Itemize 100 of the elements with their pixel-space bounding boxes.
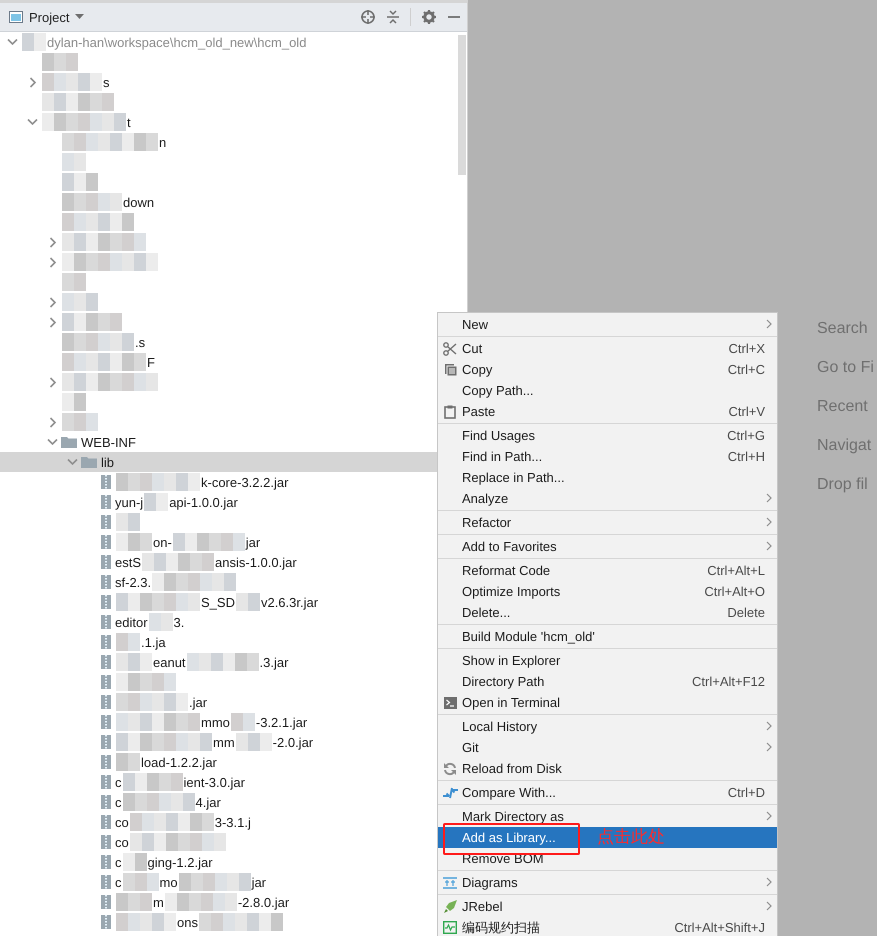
menu-item[interactable]: Copy Path... bbox=[438, 380, 777, 401]
jar-file-icon bbox=[101, 555, 111, 569]
menu-item[interactable]: Find in Path... Ctrl+H bbox=[438, 446, 777, 467]
tree-item-label: 3. bbox=[174, 614, 184, 630]
tree-item-label: S_SD bbox=[201, 594, 235, 610]
menu-item[interactable]: JRebel bbox=[438, 896, 777, 917]
menu-item[interactable]: Open in Terminal bbox=[438, 692, 777, 713]
tree-row[interactable]: mmo -3.2.1.jar bbox=[0, 712, 437, 732]
menu-item[interactable]: 编码规约扫描 Ctrl+Alt+Shift+J bbox=[438, 917, 777, 936]
scrollbar[interactable] bbox=[458, 35, 466, 175]
chevron-right-icon[interactable] bbox=[28, 76, 36, 88]
menu-item[interactable]: Refactor bbox=[438, 512, 777, 533]
tree-row[interactable]: WEB-INF bbox=[0, 432, 437, 452]
pixelated-patch bbox=[62, 273, 86, 291]
menu-item[interactable]: Git bbox=[438, 737, 777, 758]
tree-row[interactable]: .1.ja bbox=[0, 632, 437, 652]
chevron-right-icon[interactable] bbox=[48, 236, 56, 248]
tree-row[interactable]: n bbox=[0, 132, 437, 152]
tree-row[interactable]: mm -2.0.jar bbox=[0, 732, 437, 752]
chevron-down-icon[interactable] bbox=[67, 458, 78, 466]
chevron-down-icon[interactable] bbox=[7, 38, 18, 46]
tree-row[interactable]: co bbox=[0, 832, 437, 852]
editor-hint: Go to Fi bbox=[817, 358, 875, 378]
menu-item[interactable]: Find Usages Ctrl+G bbox=[438, 425, 777, 446]
menu-item[interactable]: Paste Ctrl+V bbox=[438, 401, 777, 422]
crosshair-icon[interactable] bbox=[360, 9, 376, 25]
menu-item[interactable]: Replace in Path... bbox=[438, 467, 777, 488]
menu-item[interactable]: Show in Explorer bbox=[438, 650, 777, 671]
tree-row[interactable]: k-core-3.2.2.jar bbox=[0, 472, 437, 492]
pixelated-patch bbox=[116, 913, 176, 931]
jar-file-icon bbox=[101, 915, 111, 929]
menu-item[interactable]: Local History bbox=[438, 716, 777, 737]
chevron-right-icon[interactable] bbox=[48, 296, 56, 308]
tree-row[interactable]: yun-j api-1.0.0.jar bbox=[0, 492, 437, 512]
tree-row[interactable]: load-1.2.2.jar bbox=[0, 752, 437, 772]
tree-row[interactable]: c 4.jar bbox=[0, 792, 437, 812]
project-icon bbox=[9, 11, 23, 23]
menu-item[interactable]: Reload from Disk bbox=[438, 758, 777, 779]
collapse-all-icon[interactable] bbox=[386, 9, 400, 25]
tree-row[interactable]: t bbox=[0, 112, 437, 132]
tree-row[interactable]: S_SD v2.6.3r.jar bbox=[0, 592, 437, 612]
tree-item-label: co bbox=[115, 814, 129, 830]
tree-item-label: -3.2.1.jar bbox=[256, 714, 308, 730]
jar-file-icon bbox=[101, 795, 111, 809]
terminal-icon bbox=[444, 696, 456, 708]
tree-row[interactable]: co 3-3.1.j bbox=[0, 812, 437, 832]
chevron-down-icon[interactable] bbox=[47, 438, 58, 446]
tree-item-label: ansis-1.0.0.jar bbox=[215, 554, 297, 570]
jar-file-icon bbox=[101, 475, 111, 489]
tree-item-label: dylan-han\workspace\hcm_old_new\hcm_old bbox=[47, 34, 306, 50]
menu-item[interactable]: Compare With... Ctrl+D bbox=[438, 782, 777, 803]
tree-row[interactable]: F bbox=[0, 352, 437, 372]
tree-row[interactable]: on- jar bbox=[0, 532, 437, 552]
chevron-right-icon[interactable] bbox=[48, 416, 56, 428]
menu-item[interactable]: Reformat Code Ctrl+Alt+L bbox=[438, 560, 777, 581]
tree-row[interactable]: ons bbox=[0, 912, 437, 932]
chevron-down-icon[interactable] bbox=[27, 118, 38, 126]
menu-item[interactable]: New bbox=[438, 314, 777, 335]
tree-row[interactable]: estS ansis-1.0.0.jar bbox=[0, 552, 437, 572]
shortcut-label: Ctrl+X bbox=[728, 341, 765, 356]
menu-item[interactable]: Analyze bbox=[438, 488, 777, 509]
project-view-dropdown[interactable]: Project bbox=[29, 10, 84, 24]
pixelated-patch bbox=[62, 213, 134, 231]
tree-row[interactable]: sf-2.3. bbox=[0, 572, 437, 592]
tree-row[interactable]: c mo jar bbox=[0, 872, 437, 892]
tree-item-label: ging-1.2.jar bbox=[148, 854, 213, 870]
menu-item[interactable]: Directory Path Ctrl+Alt+F12 bbox=[438, 671, 777, 692]
pixelated-patch bbox=[148, 613, 173, 631]
tree-row[interactable]: eanut .3.jar bbox=[0, 652, 437, 672]
tree-row[interactable]: .jar bbox=[0, 692, 437, 712]
menu-item[interactable]: Add to Favorites bbox=[438, 536, 777, 557]
tree-row[interactable]: m -2.8.0.jar bbox=[0, 892, 437, 912]
menu-item[interactable]: Cut Ctrl+X bbox=[438, 338, 777, 359]
menu-item[interactable]: Copy Ctrl+C bbox=[438, 359, 777, 380]
tree-item-label: 4.jar bbox=[196, 794, 221, 810]
chevron-right-icon[interactable] bbox=[48, 376, 56, 388]
shortcut-label: Ctrl+Alt+Shift+J bbox=[674, 920, 765, 935]
chevron-right-icon[interactable] bbox=[48, 256, 56, 268]
tree-row[interactable]: c ging-1.2.jar bbox=[0, 852, 437, 872]
tree-item-label: v2.6.3r.jar bbox=[260, 594, 318, 610]
tree-row[interactable]: lib bbox=[0, 452, 437, 472]
menu-item[interactable]: Mark Directory as bbox=[438, 806, 777, 827]
tree-item-label: load-1.2.2.jar bbox=[141, 754, 217, 770]
menu-item[interactable]: Optimize Imports Ctrl+Alt+O bbox=[438, 581, 777, 602]
tree-row[interactable]: .s bbox=[0, 332, 437, 352]
tree-row[interactable]: c ient-3.0.jar bbox=[0, 772, 437, 792]
menu-item[interactable]: Delete... Delete bbox=[438, 602, 777, 623]
menu-item[interactable]: Build Module 'hcm_old' bbox=[438, 626, 777, 647]
settings-icon[interactable] bbox=[421, 9, 437, 25]
jar-file-icon bbox=[101, 835, 111, 849]
menu-item[interactable]: Diagrams bbox=[438, 872, 777, 893]
shortcut-label: Ctrl+G bbox=[727, 428, 765, 443]
chevron-right-icon[interactable] bbox=[48, 316, 56, 328]
tree-item-label: m bbox=[153, 894, 164, 910]
tree-item-label: jar bbox=[246, 534, 260, 550]
tree-item-label: estS bbox=[115, 554, 142, 570]
jar-file-icon bbox=[101, 635, 111, 649]
tree-row[interactable]: s bbox=[0, 72, 437, 92]
tree-row[interactable]: down bbox=[0, 192, 437, 212]
tree-row[interactable]: editor 3. bbox=[0, 612, 437, 632]
